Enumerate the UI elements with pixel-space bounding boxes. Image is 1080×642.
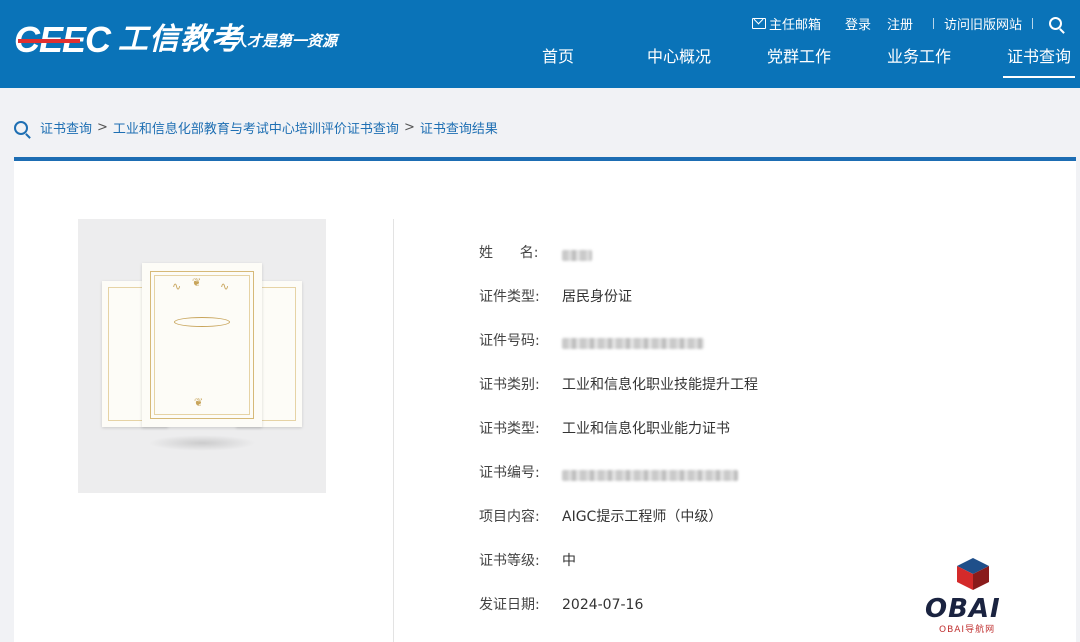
field-value: 工业和信息化职业技能提升工程 xyxy=(562,377,758,393)
field-label: 证书类型: xyxy=(479,421,540,437)
separator xyxy=(932,18,934,29)
nav-party-work[interactable]: 党群工作 xyxy=(767,46,831,68)
search-icon xyxy=(14,120,28,135)
slogan: 人才是第一资源 xyxy=(232,32,338,50)
breadcrumb: 证书查询 > 工业和信息化部教育与考试中心培训评价证书查询 > 证书查询结果 xyxy=(14,118,498,137)
field-value: 居民身份证 xyxy=(562,289,632,305)
ornament-icon: ∿ xyxy=(220,280,230,293)
field-label: 证件号码: xyxy=(479,333,540,349)
result-panel: ❦ ∿ ∿ ❦ 姓 名: 证件类型: 居民身份证 证件号码: 证书类别: 工业和… xyxy=(14,161,1076,642)
mail-icon xyxy=(751,18,766,29)
breadcrumb-item[interactable]: 证书查询 xyxy=(40,118,92,137)
watermark-subtitle: OBAI导航网 xyxy=(939,625,996,635)
field-label: 姓 名: xyxy=(479,245,539,261)
breadcrumb-item[interactable]: 工业和信息化部教育与考试中心培训评价证书查询 xyxy=(113,118,399,137)
register-link[interactable]: 注册 xyxy=(887,14,913,33)
logo-ceec: CEEC xyxy=(14,19,111,60)
field-label: 发证日期: xyxy=(479,597,540,613)
site-logo[interactable]: CEEC 工信教考 xyxy=(14,20,242,60)
field-label: 证件类型: xyxy=(479,289,540,305)
login-link[interactable]: 登录 xyxy=(845,14,871,33)
main-nav: 首页 中心概况 党群工作 业务工作 证书查询 xyxy=(520,46,1080,82)
ornament-icon: ∿ xyxy=(172,280,182,293)
ribbon-icon xyxy=(174,317,230,327)
ornament-icon: ❦ xyxy=(194,396,204,409)
field-value: 2024-07-16 xyxy=(562,597,644,613)
old-site-link[interactable]: 访问旧版网站 xyxy=(944,14,1022,33)
search-icon[interactable] xyxy=(1049,17,1062,30)
watermark-brand: OBAI xyxy=(925,594,1001,624)
watermark-logo: OBAI OBAI导航网 xyxy=(925,556,1025,636)
vertical-divider xyxy=(393,219,394,642)
ornament-icon: ❦ xyxy=(192,276,202,289)
field-value-redacted xyxy=(562,331,704,351)
field-value: 中 xyxy=(562,553,576,569)
certificate-card-front: ❦ ∿ ∿ ❦ xyxy=(142,263,262,427)
field-value-redacted xyxy=(562,463,738,483)
field-label: 项目内容: xyxy=(479,509,540,525)
mailbox-link[interactable]: 主任邮箱 xyxy=(751,14,821,33)
certificate-image: ❦ ∿ ∿ ❦ xyxy=(78,219,326,493)
breadcrumb-separator: > xyxy=(403,120,415,135)
site-header: CEEC 工信教考 人才是第一资源 主任邮箱 登录 注册 访问旧版网站 首页 中… xyxy=(0,0,1080,88)
breadcrumb-separator: > xyxy=(97,120,108,135)
field-value: 工业和信息化职业能力证书 xyxy=(562,421,730,437)
logo-chinese-name: 工信教考 xyxy=(118,22,243,57)
field-label: 证书等级: xyxy=(479,553,540,569)
field-value-redacted xyxy=(562,243,592,263)
separator xyxy=(1032,18,1033,29)
top-links: 主任邮箱 登录 注册 访问旧版网站 xyxy=(751,14,1062,33)
field-value: AIGC提示工程师（中级） xyxy=(562,509,723,525)
nav-home[interactable]: 首页 xyxy=(542,46,574,68)
shadow xyxy=(148,435,256,451)
field-label: 证书编号: xyxy=(479,465,540,481)
field-label: 证书类别: xyxy=(479,377,540,393)
nav-certificate-query[interactable]: 证书查询 xyxy=(1002,46,1076,78)
nav-business-work[interactable]: 业务工作 xyxy=(887,46,951,68)
breadcrumb-item-current[interactable]: 证书查询结果 xyxy=(420,118,498,137)
nav-center-overview[interactable]: 中心概况 xyxy=(647,46,711,68)
cube-icon xyxy=(957,558,989,590)
